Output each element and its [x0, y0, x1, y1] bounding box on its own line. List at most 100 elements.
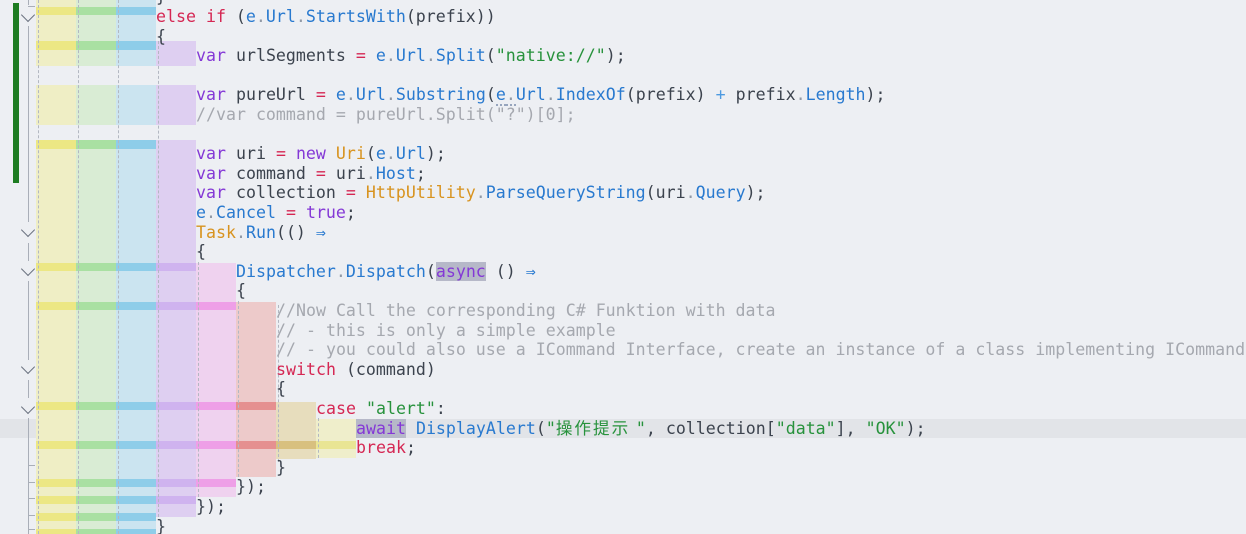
code-token: IndexOf — [556, 85, 626, 104]
code-token: { — [236, 281, 246, 300]
code-token: ], — [836, 419, 866, 438]
code-token: //Now Call the corresponding C# Funktion… — [276, 301, 776, 320]
code-token: ; — [346, 203, 356, 222]
code-token: = — [286, 203, 296, 222]
code-token — [406, 419, 416, 438]
code-token: . — [426, 46, 436, 65]
code-line[interactable]: { — [236, 281, 246, 301]
code-token: = — [276, 144, 286, 163]
code-token: true — [306, 203, 346, 222]
code-line[interactable]: }); — [236, 477, 266, 497]
code-line[interactable]: } — [156, 517, 166, 534]
code-token — [296, 203, 306, 222]
code-token: var — [196, 46, 226, 65]
code-token: "native://" — [496, 46, 606, 65]
code-token: Dispatch — [346, 262, 426, 281]
code-token: . — [296, 7, 306, 26]
code-token: e — [496, 85, 506, 106]
code-token: ParseQueryString — [486, 183, 646, 202]
code-token: "data" — [776, 419, 836, 438]
code-token: Substring — [396, 85, 486, 104]
code-editor[interactable]: }else if (e.Url.StartsWith(prefix)){var … — [0, 0, 1246, 534]
code-line[interactable]: else if (e.Url.StartsWith(prefix)) — [156, 7, 496, 27]
code-token: var — [196, 183, 226, 202]
code-line[interactable]: var command = uri.Host; — [196, 164, 426, 184]
code-token: "alert" — [366, 399, 436, 418]
code-token: Task — [196, 223, 236, 242]
code-token: e — [376, 144, 386, 163]
code-token: var — [196, 144, 226, 163]
code-line[interactable]: } — [276, 458, 286, 478]
code-line[interactable]: case "alert": — [316, 399, 446, 419]
code-token: e — [196, 203, 206, 222]
code-line[interactable]: { — [276, 379, 286, 399]
code-token: . — [686, 183, 696, 202]
code-line[interactable]: Task.Run(() ⇒ — [196, 223, 326, 243]
code-token: Uri — [336, 144, 366, 163]
code-token — [286, 144, 296, 163]
code-token: ( — [226, 7, 246, 26]
code-token: e — [376, 46, 386, 65]
code-token: : — [436, 399, 446, 418]
code-token: async — [436, 262, 486, 281]
code-token: ; — [416, 164, 426, 183]
code-line[interactable]: // - this is only a simple example — [276, 321, 616, 341]
code-token: (prefix)) — [406, 7, 496, 26]
code-line[interactable]: } — [156, 0, 166, 7]
code-token: Split — [436, 46, 486, 65]
code-token: uri — [326, 164, 366, 183]
code-line[interactable]: // - you could also use a ICommand Inter… — [276, 340, 1245, 360]
code-token: var — [196, 85, 226, 104]
code-token: }); — [236, 477, 266, 496]
code-token: // - you could also use a ICommand Inter… — [276, 340, 1245, 359]
code-line[interactable]: e.Cancel = true; — [196, 203, 356, 223]
code-line[interactable]: await DisplayAlert("操作提示", collection["d… — [356, 419, 926, 439]
code-token: ( — [486, 46, 496, 65]
code-line[interactable]: var collection = HttpUtility.ParseQueryS… — [196, 183, 766, 203]
code-token: . — [336, 262, 346, 281]
code-token: command — [226, 164, 316, 183]
code-line[interactable]: switch (command) — [276, 360, 436, 380]
code-token: ); — [866, 85, 886, 104]
code-line[interactable]: { — [196, 242, 206, 262]
code-line[interactable]: var urlSegments = e.Url.Split("native://… — [196, 46, 626, 66]
code-line[interactable]: var pureUrl = e.Url.Substring(e.Url.Inde… — [196, 85, 886, 105]
code-token: . — [386, 85, 396, 104]
code-token: e — [336, 85, 346, 104]
code-line[interactable]: break; — [356, 438, 416, 458]
code-token: urlSegments — [226, 46, 356, 65]
code-token — [276, 203, 286, 222]
code-line[interactable]: { — [156, 27, 166, 47]
code-line[interactable]: Dispatcher.Dispatch(async () ⇒ — [236, 262, 536, 282]
code-token: . — [386, 144, 396, 163]
code-token: uri — [226, 144, 276, 163]
code-token: . — [366, 164, 376, 183]
code-line[interactable]: }); — [196, 497, 226, 517]
code-token: . — [256, 7, 266, 26]
code-token: Url — [356, 85, 386, 104]
code-token: 操作提示 — [556, 419, 636, 439]
code-token — [356, 399, 366, 418]
code-token: (command) — [336, 360, 436, 379]
code-token: collection — [226, 183, 346, 202]
code-token: ); — [746, 183, 766, 202]
code-line[interactable]: //Now Call the corresponding C# Funktion… — [276, 301, 776, 321]
code-token: = — [316, 164, 326, 183]
code-line[interactable]: //var command = pureUrl.Split("?")[0]; — [196, 105, 576, 125]
code-token: Url — [266, 7, 296, 26]
code-token: HttpUtility — [366, 183, 476, 202]
code-token: } — [156, 517, 166, 534]
code-token: (() — [276, 223, 316, 242]
code-token: () — [486, 262, 526, 281]
code-token: ); — [606, 46, 626, 65]
code-token: . — [236, 223, 246, 242]
code-token: " — [546, 419, 556, 438]
code-token: //var command = pureUrl.Split("?")[0]; — [196, 105, 576, 124]
code-token: . — [476, 183, 486, 202]
code-token: else if — [156, 7, 226, 26]
code-token: pureUrl — [226, 85, 316, 104]
code-content: }else if (e.Url.StartsWith(prefix)){var … — [0, 0, 1246, 534]
code-line[interactable]: var uri = new Uri(e.Url); — [196, 144, 446, 164]
code-token: " — [636, 419, 646, 438]
code-token: ); — [426, 144, 446, 163]
